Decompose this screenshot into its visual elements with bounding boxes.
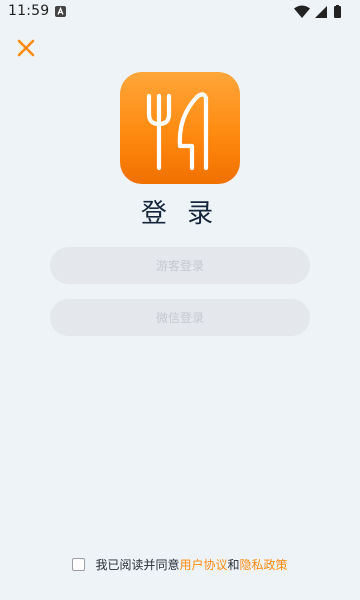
fork-knife-icon	[146, 92, 209, 171]
signal-icon	[315, 6, 327, 18]
page-title: 登 录	[140, 199, 220, 229]
status-bar: 11:59	[0, 0, 360, 24]
wechat-login-button[interactable]: 微信登录	[50, 299, 310, 336]
user-agreement-link[interactable]: 用户协议	[179, 556, 227, 573]
agreement-prefix: 我已阅读并同意	[95, 558, 180, 572]
app-logo	[120, 72, 240, 184]
close-icon	[17, 39, 35, 57]
guest-login-button[interactable]: 游客登录	[50, 247, 310, 284]
status-time: 11:59	[8, 3, 50, 19]
a-notification-icon	[55, 6, 66, 17]
privacy-policy-link[interactable]: 隐私政策	[240, 556, 288, 573]
agreement-row: 我已阅读并同意 用户协议 和 隐私政策	[0, 556, 360, 573]
agreement-checkbox[interactable]	[72, 558, 86, 571]
status-icons	[294, 5, 341, 18]
agreement-conjunction: 和	[227, 558, 240, 572]
wifi-icon	[294, 5, 310, 18]
close-button[interactable]	[12, 34, 40, 62]
battery-icon	[334, 6, 341, 18]
